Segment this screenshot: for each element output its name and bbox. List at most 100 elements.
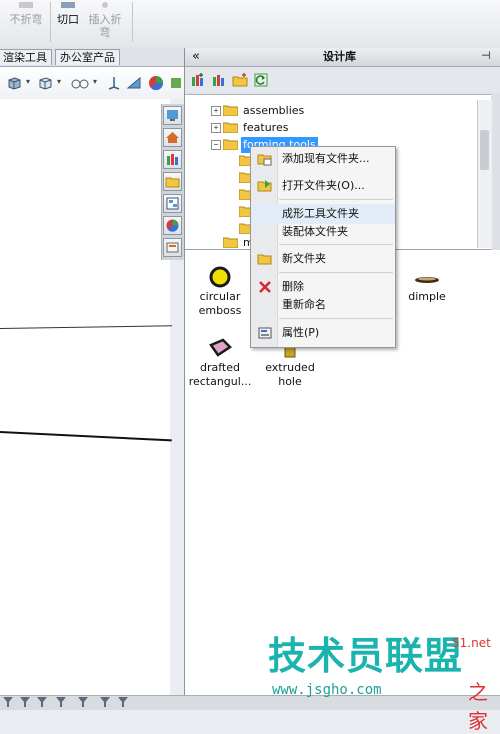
collapse-panel-button[interactable]: « xyxy=(192,49,200,64)
tree-item-features[interactable]: + features xyxy=(211,120,471,136)
display-style-icon[interactable] xyxy=(37,75,53,91)
add-file-location-icon[interactable] xyxy=(211,72,227,88)
menu-item-label: 装配体文件夹 xyxy=(282,225,348,238)
tab-office-products[interactable]: 办公室产品 xyxy=(55,49,120,65)
file-drafted-rectangular[interactable]: drafted rectangul... xyxy=(185,337,255,389)
menu-item-label: 添加现有文件夹... xyxy=(282,152,370,165)
panel-title: 设计库 xyxy=(323,50,356,63)
filter-icon[interactable] xyxy=(78,697,88,707)
file-circular-emboss[interactable]: circular emboss xyxy=(185,266,255,318)
task-pane-tabs xyxy=(161,104,184,260)
folder-icon xyxy=(223,122,238,133)
view-orientation-icon[interactable] xyxy=(6,75,22,91)
appearance-icon[interactable] xyxy=(148,75,164,91)
pin-panel-button[interactable]: ⊣ xyxy=(481,49,491,63)
scrollbar-thumb[interactable] xyxy=(480,130,489,170)
custom-properties-tab[interactable] xyxy=(163,238,182,257)
file-dimple[interactable]: dimple xyxy=(392,272,462,304)
unfold-icon xyxy=(19,2,33,8)
watermark-home: 之家 xyxy=(468,680,488,733)
design-library-tab[interactable] xyxy=(163,150,182,169)
menu-properties[interactable]: 属性(P) xyxy=(251,323,395,343)
filter-icon[interactable] xyxy=(37,697,47,707)
menu-add-existing-folder[interactable]: 添加现有文件夹... xyxy=(251,149,395,169)
insert-bend-label-1: 插入折 xyxy=(88,13,122,26)
coordinate-axes-icon[interactable] xyxy=(106,75,122,91)
menu-item-label: 重新命名 xyxy=(282,298,326,311)
home-tab[interactable] xyxy=(163,128,182,147)
menu-item-label: 新文件夹 xyxy=(282,252,326,265)
tree-item-label: assemblies xyxy=(243,104,305,117)
cut-button[interactable]: 切口 xyxy=(54,0,82,26)
folder-icon xyxy=(223,237,238,248)
menu-open-folder[interactable]: 打开文件夹(O)... xyxy=(251,176,395,196)
appearances-icon xyxy=(166,219,179,232)
tree-scrollbar[interactable] xyxy=(477,100,492,248)
expand-toggle[interactable]: + xyxy=(211,123,221,133)
open-folder-icon xyxy=(223,139,238,150)
collapse-toggle[interactable]: − xyxy=(211,140,221,150)
folder-icon xyxy=(223,105,238,116)
unfold-button[interactable]: 不折弯 xyxy=(6,0,46,26)
properties-icon xyxy=(258,327,272,339)
filter-icon[interactable] xyxy=(3,697,13,707)
chevron-down-icon[interactable]: ▾ xyxy=(93,77,97,86)
watermark-url: www.jsgho.com xyxy=(272,682,382,698)
create-new-folder-icon[interactable] xyxy=(232,72,248,88)
expand-toggle[interactable]: + xyxy=(211,106,221,116)
filter-icon[interactable] xyxy=(56,697,66,707)
view-palette-tab[interactable] xyxy=(163,194,182,213)
menu-forming-tool-folder[interactable]: 成形工具文件夹 xyxy=(251,204,395,224)
design-library-icon xyxy=(167,154,178,165)
tab-render-tools[interactable]: 渲染工具 xyxy=(0,49,52,65)
new-folder-icon xyxy=(257,254,272,265)
menu-rename[interactable]: 重新命名 xyxy=(251,295,395,315)
chevron-down-icon[interactable]: ▾ xyxy=(57,77,61,86)
model-edge xyxy=(0,325,172,329)
file-label: circular xyxy=(199,290,241,303)
command-ribbon: 不折弯 切口 插入折 弯 xyxy=(0,0,500,49)
insert-bend-button[interactable]: 插入折 弯 xyxy=(85,0,125,39)
filter-icon[interactable] xyxy=(100,697,110,707)
menu-new-folder[interactable]: 新文件夹 xyxy=(251,249,395,269)
section-view-icon[interactable] xyxy=(126,75,142,91)
graphics-area[interactable] xyxy=(0,99,172,695)
resources-icon xyxy=(167,110,178,121)
watermark-domain: 51.net xyxy=(452,636,491,650)
menu-delete[interactable]: 删除 xyxy=(251,277,395,297)
filter-icon[interactable] xyxy=(118,697,128,707)
file-label: extruded xyxy=(265,361,315,374)
file-label: emboss xyxy=(198,304,242,317)
command-tab-strip: 渲染工具 办公室产品 xyxy=(0,48,184,67)
drafted-rectangular-icon xyxy=(209,338,232,357)
menu-assembly-folder[interactable]: 装配体文件夹 xyxy=(251,222,395,242)
menu-item-label: 删除 xyxy=(282,280,304,293)
appearances-tab[interactable] xyxy=(163,216,182,235)
folder-icon xyxy=(165,177,180,188)
unfold-label: 不折弯 xyxy=(9,13,43,26)
refresh-icon[interactable] xyxy=(253,72,269,88)
menu-separator xyxy=(279,244,393,245)
file-label: hole xyxy=(278,375,302,388)
resources-tab[interactable] xyxy=(163,106,182,125)
model-edge xyxy=(0,431,172,442)
menu-separator xyxy=(279,318,393,319)
watermark-title: 技术员联盟 xyxy=(268,634,464,678)
filter-icon[interactable] xyxy=(20,697,30,707)
open-folder-icon xyxy=(257,180,272,192)
file-explorer-tab[interactable] xyxy=(163,172,182,191)
scene-icon[interactable] xyxy=(168,75,184,91)
add-to-library-icon[interactable] xyxy=(190,72,206,88)
delete-icon xyxy=(259,281,271,293)
file-label: rectangul... xyxy=(188,375,252,388)
view-palette-icon xyxy=(166,197,179,210)
chevron-down-icon[interactable]: ▾ xyxy=(26,77,30,86)
menu-item-label: 打开文件夹(O)... xyxy=(282,179,365,192)
context-menu: 添加现有文件夹... 打开文件夹(O)... 成形工具文件夹 装配体文件夹 新文… xyxy=(250,146,396,348)
circular-emboss-icon xyxy=(209,266,231,288)
tree-item-assemblies[interactable]: + assemblies xyxy=(211,103,471,119)
ribbon-divider xyxy=(132,2,133,42)
menu-separator xyxy=(279,199,393,200)
insert-bend-icon xyxy=(102,2,108,8)
hide-show-items-icon[interactable] xyxy=(70,75,90,91)
